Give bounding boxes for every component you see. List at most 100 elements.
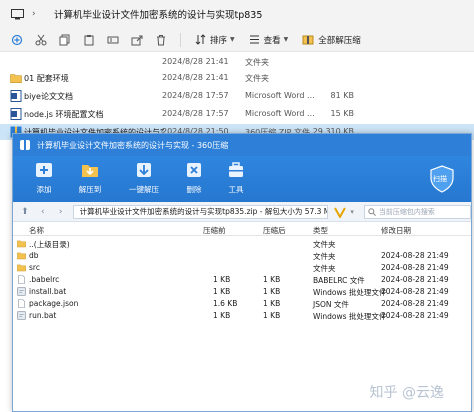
folder-icon [17,251,26,260]
zip-archive-window: 计算机毕业设计文件加密系统的设计与实现 - 360压缩 添加 解压到 一键解压 … [12,133,472,412]
one-click-extract-icon [137,163,151,177]
folder-icon [10,72,22,84]
archive-entry-row[interactable]: package.json 1.6 KB 1 KB JSON 文件 2024-08-28 … [13,298,471,309]
view-icon [249,35,259,44]
entry-name: db [29,251,39,260]
entry-name: .babelrc [29,275,60,284]
entry-type: 文件夹 [313,252,336,261]
entry-type: Windows 批处理文件 [313,288,387,297]
column-name[interactable]: 名称 [29,225,44,236]
tools-label: 工具 [228,185,244,194]
add-button[interactable]: 添加 [19,160,69,200]
chevron-down-icon[interactable]: ▾ [350,208,354,216]
folder-up-icon [17,239,26,248]
chevron-down-icon: ▼ [230,36,235,43]
watermark: 知乎 @云逸 [369,385,444,401]
file-type: Microsoft Word ... [245,109,315,118]
current-path[interactable]: 计算机毕业设计文件加密系统的设计与实现tp835 [54,7,262,21]
entry-type: Windows 批处理文件 [313,312,387,321]
entry-modified: 2024-08-28 21:49 [381,251,449,260]
entry-packed: 1 KB [213,287,231,296]
view-button[interactable]: 查看 ▼ [249,34,289,46]
sort-button[interactable]: 排序 ▼ [195,34,235,46]
chevron-right-icon[interactable]: › [32,7,44,21]
explorer-file-list: 2024/8/28 21:41 文件夹 01 配套环境 2024/8/28 21:… [0,52,474,142]
delete-icon[interactable] [154,33,168,47]
file-type: 文件夹 [245,74,269,83]
cut-icon[interactable] [34,33,48,47]
explorer-file-row[interactable]: biye论文文档 2024/8/28 17:57 Microsoft Word ..… [0,88,474,104]
entry-size: 1 KB [263,311,281,320]
explorer-toolbar: 排序 ▼ 查看 ▼ 全部解压缩 [0,28,474,52]
archive-entry-row[interactable]: .babelrc 1 KB 1 KB BABELRC 文件 2024-08-28 21:… [13,274,471,285]
archive-path-field[interactable]: 计算机毕业设计文件加密系统的设计与实现tp835.zip - 解包大小为 57.… [72,204,329,219]
paste-icon[interactable] [82,33,96,47]
archive-entry-row[interactable]: ..(上级目录) 文件夹 [13,238,471,249]
archive-entry-row[interactable]: run.bat 1 KB 1 KB Windows 批处理文件 2024-08-28 2… [13,310,471,321]
file-size: 15 KB [330,109,354,118]
entry-packed: 1 KB [213,275,231,284]
zip-window-title: 计算机毕业设计文件加密系统的设计与实现 - 360压缩 [37,140,229,150]
archive-entry-row[interactable]: db 文件夹 2024-08-28 21:49 [13,250,471,261]
file-date: 2024/8/28 17:57 [162,109,229,118]
entry-size: 1 KB [263,287,281,296]
file-size: 81 KB [330,91,354,100]
delete-label: 删除 [186,185,202,194]
rename-icon[interactable] [106,33,120,47]
header-date: 2024/8/28 21:41 [162,57,229,66]
column-type[interactable]: 类型 [313,225,328,236]
explorer-file-row[interactable]: 01 配套环境 2024/8/28 21:41 文件夹 [0,70,474,86]
360zip-logo-icon [20,140,30,150]
archive-entry-row[interactable]: src 文件夹 2024-08-28 21:49 [13,262,471,273]
entry-modified: 2024-08-28 21:49 [381,263,449,272]
view-label: 查看 [263,35,281,46]
delete-icon [187,163,201,177]
extract-all-icon [302,35,314,45]
file-explorer-window: › 计算机毕业设计文件加密系统的设计与实现tp835 排序 ▼ 查看 ▼ 全部解… [0,0,474,142]
extract-all-button[interactable]: 全部解压缩 [302,34,361,46]
file-type: Microsoft Word ... [245,91,315,100]
entry-name: src [29,263,40,272]
search-placeholder: 当前压缩包内搜索 [378,207,435,216]
share-icon[interactable] [130,33,144,47]
zip-address-bar: ⬆ ‹ › 计算机毕业设计文件加密系统的设计与实现tp835.zip - 解包大… [13,202,471,222]
file-date: 2024/8/28 17:57 [162,91,229,100]
word-doc-icon [10,108,22,120]
up-arrow-icon[interactable]: ⬆ [19,206,31,218]
forward-icon[interactable]: › [55,206,67,218]
column-size[interactable]: 压缩后 [263,225,286,236]
file-date: 2024/8/28 21:41 [162,73,229,82]
tools-icon [229,162,243,177]
v-shield-icon[interactable] [334,206,347,218]
column-modified[interactable]: 修改日期 [381,225,411,236]
monitor-icon[interactable] [10,7,24,21]
archive-entry-row[interactable]: install.bat 1 KB 1 KB Windows 批处理文件 2024-08-… [13,286,471,297]
entry-modified: 2024-08-28 21:49 [381,275,449,284]
zip-title-bar[interactable]: 计算机毕业设计文件加密系统的设计与实现 - 360压缩 [13,134,471,156]
one-click-extract-button[interactable]: 一键解压 [119,160,169,200]
copy-icon[interactable] [58,33,72,47]
search-icon [368,207,376,216]
extract-to-label: 解压到 [78,185,102,194]
entry-name: ..(上级目录) [29,240,70,249]
back-icon[interactable]: ‹ [37,206,49,218]
entry-type: JSON 文件 [313,300,349,309]
bat-file-icon [17,311,26,320]
entry-modified: 2024-08-28 21:49 [381,287,449,296]
extract-to-button[interactable]: 解压到 [65,160,115,200]
scan-button[interactable]: 扫描 [427,164,457,194]
entry-name: install.bat [29,287,67,296]
explorer-file-row[interactable]: node.js 环境配置文档 2024/8/28 17:57 Microsoft W… [0,106,474,122]
chevron-down-icon: ▼ [283,36,289,43]
bat-file-icon [17,287,26,296]
column-packed[interactable]: 压缩前 [203,225,226,236]
entry-type: 文件夹 [313,264,336,273]
new-item-icon[interactable] [10,33,24,47]
entry-type: 文件夹 [313,240,336,249]
tools-button[interactable]: 工具 [211,160,261,200]
file-icon [17,299,26,308]
file-icon [17,275,26,284]
header-type: 文件夹 [245,58,269,67]
scan-label: 扫描 [433,175,447,183]
archive-search-input[interactable]: 当前压缩包内搜索 [363,204,471,219]
